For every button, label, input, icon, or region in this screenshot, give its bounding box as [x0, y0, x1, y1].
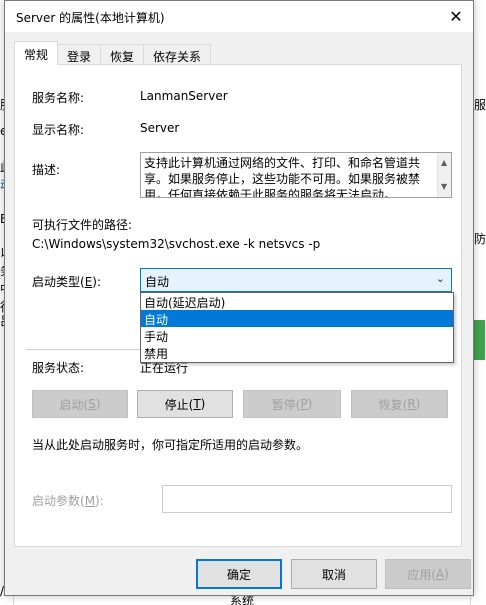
description-label: 描述:: [32, 163, 61, 177]
startup-type-label: 启动类型(E):: [32, 275, 102, 289]
display-name-value: Server: [140, 121, 180, 135]
description-box[interactable]: 支持此计算机通过网络的文件、打印、和命名管道共享。如果服务停止，这些功能不可用。…: [140, 152, 452, 198]
chevron-down-icon: ⌄: [435, 272, 445, 285]
startup-option-disabled[interactable]: 禁用: [141, 344, 453, 361]
stop-service-button[interactable]: 停止(T): [137, 390, 233, 418]
title-bar[interactable]: Server 的属性(本地计算机) ✕: [5, 1, 473, 32]
tab-general[interactable]: 常规: [14, 41, 59, 65]
startup-option-auto-delayed[interactable]: 自动(延迟启动): [141, 293, 453, 310]
description-scrollbar[interactable]: ▲ ▼: [437, 153, 451, 197]
close-icon: ✕: [449, 7, 463, 26]
start-params-input[interactable]: [162, 485, 452, 513]
tab-strip: 常规 登录 恢复 依存关系: [14, 41, 212, 65]
startup-option-manual[interactable]: 手动: [141, 327, 453, 344]
service-name-label: 服务名称:: [32, 91, 85, 105]
description-text: 支持此计算机通过网络的文件、打印、和命名管道共享。如果服务停止，这些功能不可用。…: [144, 156, 421, 198]
cancel-button[interactable]: 取消: [291, 559, 377, 589]
bg-green-block: [473, 320, 485, 360]
apply-button[interactable]: 应用(A): [385, 559, 471, 589]
bg-fragment: 服: [474, 98, 486, 112]
scroll-up-icon[interactable]: ▲: [441, 155, 447, 171]
startup-type-select[interactable]: 自动 ⌄: [140, 268, 452, 292]
exe-path-label: 可执行文件的路径:: [32, 218, 133, 232]
scroll-down-icon[interactable]: ▼: [441, 179, 447, 195]
bg-fragment: 防: [474, 232, 486, 246]
startup-type-value: 自动: [145, 275, 170, 289]
ok-button[interactable]: 确定: [196, 559, 282, 589]
general-tab-panel: 服务名称: LanmanServer 显示名称: Server 描述: 支持此计…: [14, 64, 462, 547]
tab-logon[interactable]: 登录: [57, 44, 102, 65]
start-params-label: 启动参数(M):: [32, 494, 104, 508]
start-params-hint: 当从此处启动服务时，你可指定所适用的启动参数。: [32, 438, 309, 452]
dialog-title: Server 的属性(本地计算机): [16, 11, 165, 25]
service-status-label: 服务状态:: [32, 361, 85, 375]
startup-type-dropdown: 自动(延迟启动) 自动 手动 禁用: [140, 292, 454, 363]
startup-option-auto[interactable]: 自动: [141, 310, 453, 327]
tab-recovery[interactable]: 恢复: [100, 44, 145, 65]
resume-service-button[interactable]: 恢复(R): [351, 390, 448, 418]
tab-dependencies[interactable]: 依存关系: [143, 44, 212, 65]
service-properties-dialog: Server 的属性(本地计算机) ✕ 常规 登录 恢复 依存关系 服务名称: …: [4, 0, 474, 596]
service-name-value: LanmanServer: [140, 89, 228, 103]
exe-path-value: C:\Windows\system32\svchost.exe -k netsv…: [32, 237, 321, 251]
pause-service-button[interactable]: 暂停(P): [243, 390, 341, 418]
close-button[interactable]: ✕: [439, 1, 473, 32]
start-service-button[interactable]: 启动(S): [32, 390, 128, 418]
display-name-label: 显示名称:: [32, 123, 85, 137]
